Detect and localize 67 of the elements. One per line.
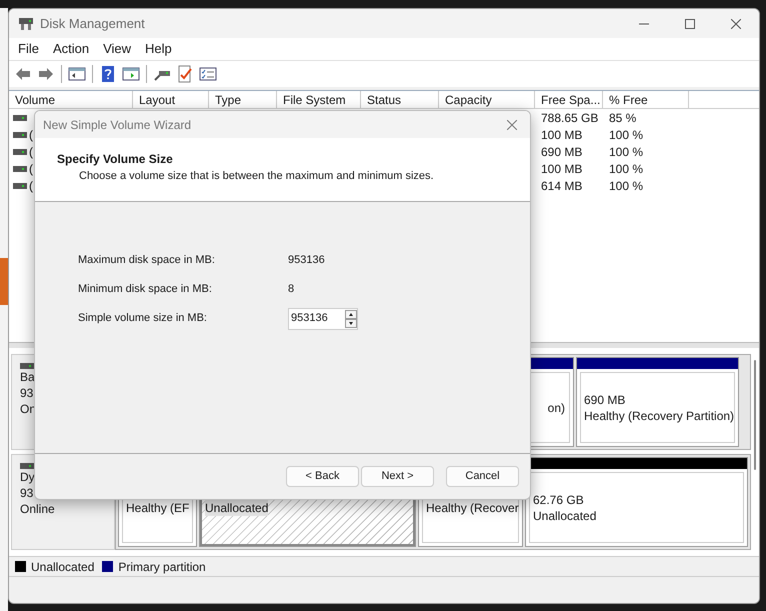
disk-info-text: 93 xyxy=(20,485,34,501)
table-cell-text: ( xyxy=(29,144,33,160)
column-header[interactable]: Type xyxy=(209,91,277,108)
wizard-subheading: Choose a volume size that is between the maximum and minimum sizes. xyxy=(78,169,435,184)
table-cell-text: ( xyxy=(29,126,33,144)
table-cell-text: 100 MB xyxy=(540,160,584,178)
partition-text: Healthy (EF xyxy=(126,500,190,516)
field-label: Maximum disk space in MB: xyxy=(78,253,216,268)
wizard-heading: Specify Volume Size xyxy=(57,151,174,168)
drive-icon xyxy=(13,182,27,188)
dialog-button[interactable]: < Back xyxy=(286,466,359,487)
column-header[interactable]: Capacity xyxy=(439,91,535,108)
disk-management-icon xyxy=(18,16,34,30)
column-header[interactable]: Status xyxy=(361,91,439,108)
partition-text: 690 MB xyxy=(584,392,626,408)
legend-label: Unallocated xyxy=(31,558,94,576)
disk-info-text: Dy xyxy=(20,469,36,485)
maximize-icon xyxy=(685,18,695,28)
table-cell-text: 100 % xyxy=(608,160,644,178)
column-header[interactable]: Free Spa... xyxy=(535,91,603,108)
column-header[interactable]: % Free xyxy=(603,91,689,108)
disk-info-text: Online xyxy=(20,501,56,517)
table-cell-text: 100 % xyxy=(608,144,644,160)
drive-icon xyxy=(13,148,27,154)
table-cell-text: ( xyxy=(29,178,33,194)
table-cell-text: 100 % xyxy=(608,126,644,144)
table-cell-text: 85 % xyxy=(608,110,636,126)
partition-text: on) xyxy=(548,400,565,416)
column-header[interactable]: Layout xyxy=(133,91,209,108)
drive-icon xyxy=(13,132,27,138)
disk-info-text: 93 xyxy=(20,385,34,401)
drive-icon xyxy=(20,363,34,369)
disk-info-text: Ba xyxy=(20,369,36,385)
menu-item[interactable]: View xyxy=(96,39,138,59)
close-icon xyxy=(731,18,741,28)
partition-text: Unallocated xyxy=(205,500,268,516)
dialog-title: New Simple Volume Wizard xyxy=(43,116,192,134)
menu-item[interactable]: Help xyxy=(138,39,179,59)
drive-icon xyxy=(13,166,27,172)
close-icon xyxy=(507,120,517,130)
window-title: Disk Management xyxy=(40,14,145,33)
partition-text: Unallocated xyxy=(533,508,598,524)
table-cell-text: 690 MB xyxy=(540,144,584,160)
partition-text: Healthy (Recovery Partition) xyxy=(584,408,734,424)
menu-item[interactable]: File xyxy=(11,39,46,59)
dialog-button[interactable]: Next > xyxy=(361,466,434,487)
volume-size-spinbox[interactable]: 953136 xyxy=(288,308,358,330)
menu-item[interactable]: Action xyxy=(46,39,96,59)
field-label: Minimum disk space in MB: xyxy=(78,282,213,298)
partition-block[interactable]: 62.76 GB Unallocated xyxy=(525,457,748,547)
drive-icon xyxy=(13,114,27,120)
drive-icon xyxy=(20,463,34,469)
legend-label: Primary partition xyxy=(118,558,206,576)
field-value: 8 xyxy=(288,282,294,298)
field-label: Simple volume size in MB: xyxy=(78,311,208,326)
partition-text: 62.76 GB xyxy=(533,492,585,508)
dialog-button[interactable]: Cancel xyxy=(446,466,519,487)
table-cell-text: 100 % xyxy=(608,178,644,194)
table-cell-text: 788.65 GB xyxy=(540,110,600,126)
partition-text: Healthy (Recover xyxy=(426,500,518,516)
table-cell-text: 614 MB xyxy=(540,178,584,194)
table-cell-text: 100 MB xyxy=(540,126,584,144)
column-header[interactable]: Volume xyxy=(9,91,133,108)
table-cell-text: ( xyxy=(29,160,33,178)
column-header[interactable]: File System xyxy=(277,91,361,108)
partition-block[interactable]: 690 MB Healthy (Recovery Partition) xyxy=(576,357,739,447)
field-value: 953136 xyxy=(288,253,325,268)
